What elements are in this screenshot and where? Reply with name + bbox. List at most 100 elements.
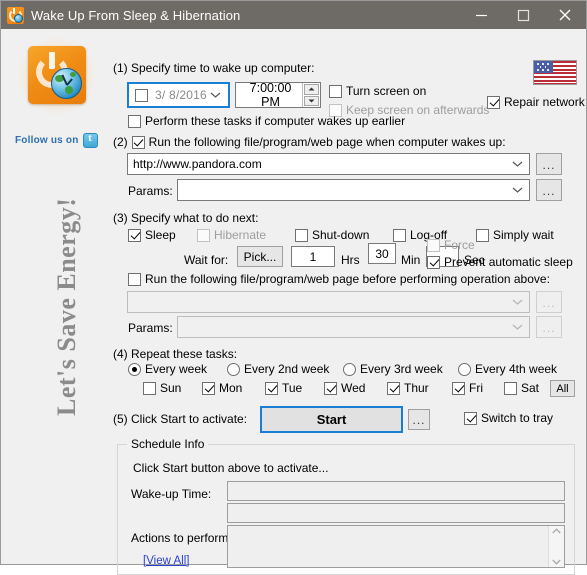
action-sleep-row[interactable]: Sleep	[128, 228, 176, 242]
app-window: Wake Up From Sleep & Hibernation Follow …	[0, 0, 587, 575]
repair-network-row[interactable]: Repair network	[487, 95, 585, 109]
turn-screen-on-row[interactable]: Turn screen on	[329, 84, 426, 98]
step5-label: (5) Click Start to activate:	[113, 412, 248, 426]
wake-date-picker[interactable]: 3/ 8/2016	[127, 82, 230, 108]
day-sun-label: Sun	[160, 381, 182, 395]
wake-program-browse-button[interactable]: ...	[536, 153, 562, 175]
minimize-button[interactable]	[460, 1, 502, 29]
wait-minutes-input[interactable]: 30	[368, 243, 396, 264]
force-label: Force	[444, 238, 475, 252]
switch-to-tray-row[interactable]: Switch to tray	[464, 411, 553, 425]
day-mon-row[interactable]: Mon	[202, 381, 242, 395]
actions-to-perform-area[interactable]	[227, 525, 565, 568]
wake-time-spinner[interactable]: 7:00:00 PM	[235, 81, 321, 109]
action-shutdown-row[interactable]: Shut-down	[295, 228, 369, 242]
time-spin-buttons[interactable]	[302, 83, 320, 107]
wake-date-enable-checkbox[interactable]	[135, 88, 148, 102]
perform-earlier-checkbox[interactable]	[128, 114, 141, 128]
action-sleep-checkbox[interactable]	[128, 228, 141, 242]
wake-program-combo[interactable]: http://www.pandora.com	[127, 153, 530, 175]
view-all-link[interactable]: [View All]	[143, 555, 189, 567]
start-options-button[interactable]: ...	[408, 409, 430, 430]
close-button[interactable]	[544, 1, 586, 29]
title-bar: Wake Up From Sleep & Hibernation	[1, 1, 586, 29]
wait-hours-input[interactable]: 1	[291, 246, 335, 267]
action-logoff-checkbox[interactable]	[393, 228, 406, 242]
repeat-3rd-week-label: Every 3rd week	[360, 362, 443, 376]
day-sat-checkbox[interactable]	[504, 381, 517, 395]
follow-us-link[interactable]: Follow us on	[15, 132, 98, 148]
action-shutdown-checkbox[interactable]	[295, 228, 308, 242]
repeat-2nd-week-row[interactable]: Every 2nd week	[227, 362, 329, 376]
action-simply-wait-row[interactable]: Simply wait	[476, 228, 554, 242]
slogan-text: Let's Save Energy!	[52, 197, 81, 416]
repeat-every-week-row[interactable]: Every week	[128, 362, 207, 376]
window-title: Wake Up From Sleep & Hibernation	[31, 7, 241, 23]
day-sun-row[interactable]: Sun	[143, 381, 181, 395]
step1-label: (1) Specify time to wake up computer:	[113, 61, 315, 75]
prevent-sleep-row[interactable]: Prevent automatic sleep	[427, 255, 573, 269]
schedule-info-title: Schedule Info	[127, 437, 209, 451]
repair-network-checkbox[interactable]	[487, 95, 500, 109]
chevron-down-icon[interactable]	[210, 92, 221, 99]
day-wed-checkbox[interactable]	[324, 381, 337, 395]
pre-run-row[interactable]: Run the following file/program/web page …	[128, 272, 550, 286]
pre-run-label: Run the following file/program/web page …	[145, 272, 550, 286]
repeat-4th-week-label: Every 4th week	[475, 362, 558, 376]
time-spin-up[interactable]	[304, 84, 319, 95]
pre-params-browse-button[interactable]: ...	[536, 316, 562, 338]
wake-params-combo[interactable]	[177, 179, 530, 201]
day-wed-row[interactable]: Wed	[324, 381, 365, 395]
day-sat-row[interactable]: Sat	[504, 381, 539, 395]
follow-us-label: Follow us on	[15, 135, 79, 146]
chevron-down-icon[interactable]	[512, 187, 523, 194]
prevent-sleep-checkbox[interactable]	[427, 255, 440, 269]
perform-earlier-row[interactable]: Perform these tasks if computer wakes up…	[128, 114, 405, 128]
wakeup-time-field	[227, 481, 565, 501]
maximize-button[interactable]	[502, 1, 544, 29]
switch-to-tray-checkbox[interactable]	[464, 411, 477, 425]
repeat-2nd-week-radio[interactable]	[227, 362, 240, 376]
action-hibernate-row: Hibernate	[197, 228, 266, 242]
chevron-down-icon[interactable]	[512, 324, 523, 331]
repeat-4th-week-radio[interactable]	[458, 362, 471, 376]
day-tue-label: Tue	[282, 381, 303, 395]
chevron-down-icon[interactable]	[512, 161, 523, 168]
pre-program-combo[interactable]	[127, 291, 530, 313]
day-fri-row[interactable]: Fri	[452, 381, 483, 395]
day-mon-checkbox[interactable]	[202, 381, 215, 395]
day-thur-checkbox[interactable]	[387, 381, 400, 395]
pick-duration-button[interactable]: Pick...	[237, 246, 283, 267]
repeat-4th-week-row[interactable]: Every 4th week	[458, 362, 557, 376]
wait-hours-unit: Hrs	[341, 253, 360, 267]
start-button[interactable]: Start	[260, 406, 403, 433]
day-sun-checkbox[interactable]	[143, 381, 156, 395]
wake-params-browse-button[interactable]: ...	[536, 179, 562, 201]
repeat-3rd-week-radio[interactable]	[343, 362, 356, 376]
action-simply-wait-checkbox[interactable]	[476, 228, 489, 242]
time-spin-down[interactable]	[304, 95, 319, 106]
repeat-3rd-week-row[interactable]: Every 3rd week	[343, 362, 443, 376]
pre-params-combo[interactable]	[177, 316, 530, 338]
day-thur-row[interactable]: Thur	[387, 381, 429, 395]
day-tue-row[interactable]: Tue	[265, 381, 302, 395]
repeat-every-week-radio[interactable]	[128, 362, 141, 376]
day-fri-checkbox[interactable]	[452, 381, 465, 395]
wake-date-value: 3/ 8/2016	[155, 88, 207, 102]
power-clock-globe-logo	[28, 46, 86, 104]
chevron-down-icon[interactable]	[512, 299, 523, 306]
select-all-days-button[interactable]: All	[550, 380, 575, 397]
step3-label: (3) Specify what to do next:	[113, 211, 259, 225]
wake-program-value: http://www.pandora.com	[133, 157, 262, 171]
day-sat-label: Sat	[521, 381, 540, 395]
wait-for-label: Wait for:	[184, 253, 229, 267]
twitter-icon[interactable]	[82, 132, 98, 148]
us-flag-icon[interactable]	[533, 60, 577, 85]
repair-network-label: Repair network	[504, 95, 585, 109]
pre-run-checkbox[interactable]	[128, 272, 141, 286]
pre-program-browse-button[interactable]: ...	[536, 291, 562, 313]
actions-scrollbar[interactable]	[548, 526, 564, 567]
turn-screen-on-checkbox[interactable]	[329, 84, 342, 98]
day-tue-checkbox[interactable]	[265, 381, 278, 395]
step2-enable-checkbox[interactable]	[131, 135, 145, 149]
